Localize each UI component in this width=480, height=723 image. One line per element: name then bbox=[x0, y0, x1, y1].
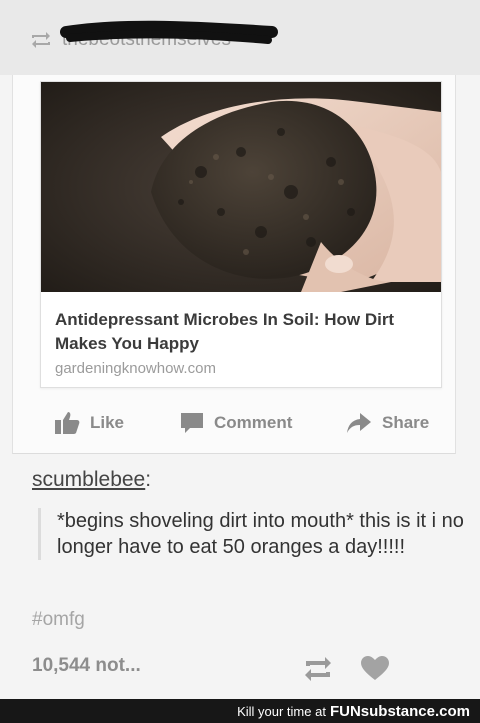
share-label: Share bbox=[382, 413, 430, 432]
heart-like-icon[interactable] bbox=[360, 655, 390, 681]
quote-text: *begins shoveling dirt into mouth* this … bbox=[57, 510, 464, 558]
share-arrow-icon bbox=[347, 413, 371, 433]
watermark-footer: Kill your time at FUNsubstance.com bbox=[0, 699, 480, 723]
notes-count[interactable]: 10,544 not... bbox=[32, 655, 141, 677]
like-button[interactable]: Like bbox=[54, 411, 124, 435]
footer-brand: FUNsubstance.com bbox=[329, 703, 470, 720]
footer-prefix: Kill your time at bbox=[237, 704, 326, 719]
tumblr-post-screenshot: thebeotsthemselves Antidepressant Microb… bbox=[0, 0, 480, 723]
comment-label: Comment bbox=[214, 413, 293, 432]
comment-icon bbox=[181, 413, 203, 433]
thumbs-up-icon bbox=[55, 412, 80, 434]
link-post-card: Antidepressant Microbes In Soil: How Dir… bbox=[12, 75, 456, 454]
post-tag[interactable]: #omfg bbox=[32, 609, 85, 631]
link-preview[interactable]: Antidepressant Microbes In Soil: How Dir… bbox=[40, 81, 442, 388]
reblogger-username[interactable]: scumblebee: bbox=[32, 468, 151, 492]
link-title[interactable]: Antidepressant Microbes In Soil: How Dir… bbox=[55, 308, 431, 356]
reblog-quote: *begins shoveling dirt into mouth* this … bbox=[38, 508, 477, 560]
link-domain[interactable]: gardeningknowhow.com bbox=[55, 360, 216, 377]
comment-button[interactable]: Comment bbox=[180, 411, 292, 435]
username-link[interactable]: scumblebee bbox=[32, 468, 145, 491]
reblog-header: thebeotsthemselves bbox=[0, 0, 480, 75]
reblog-icon bbox=[32, 32, 50, 48]
username-colon: : bbox=[145, 468, 152, 491]
share-button[interactable]: Share bbox=[346, 412, 429, 434]
soil-in-hands-image bbox=[41, 82, 441, 292]
redaction-scribble bbox=[60, 20, 278, 44]
action-bar: Like Comment Share bbox=[40, 401, 440, 445]
soil-hands-thumbnail[interactable] bbox=[41, 82, 441, 292]
reblog-button-icon[interactable] bbox=[303, 656, 333, 682]
like-label: Like bbox=[90, 413, 125, 432]
